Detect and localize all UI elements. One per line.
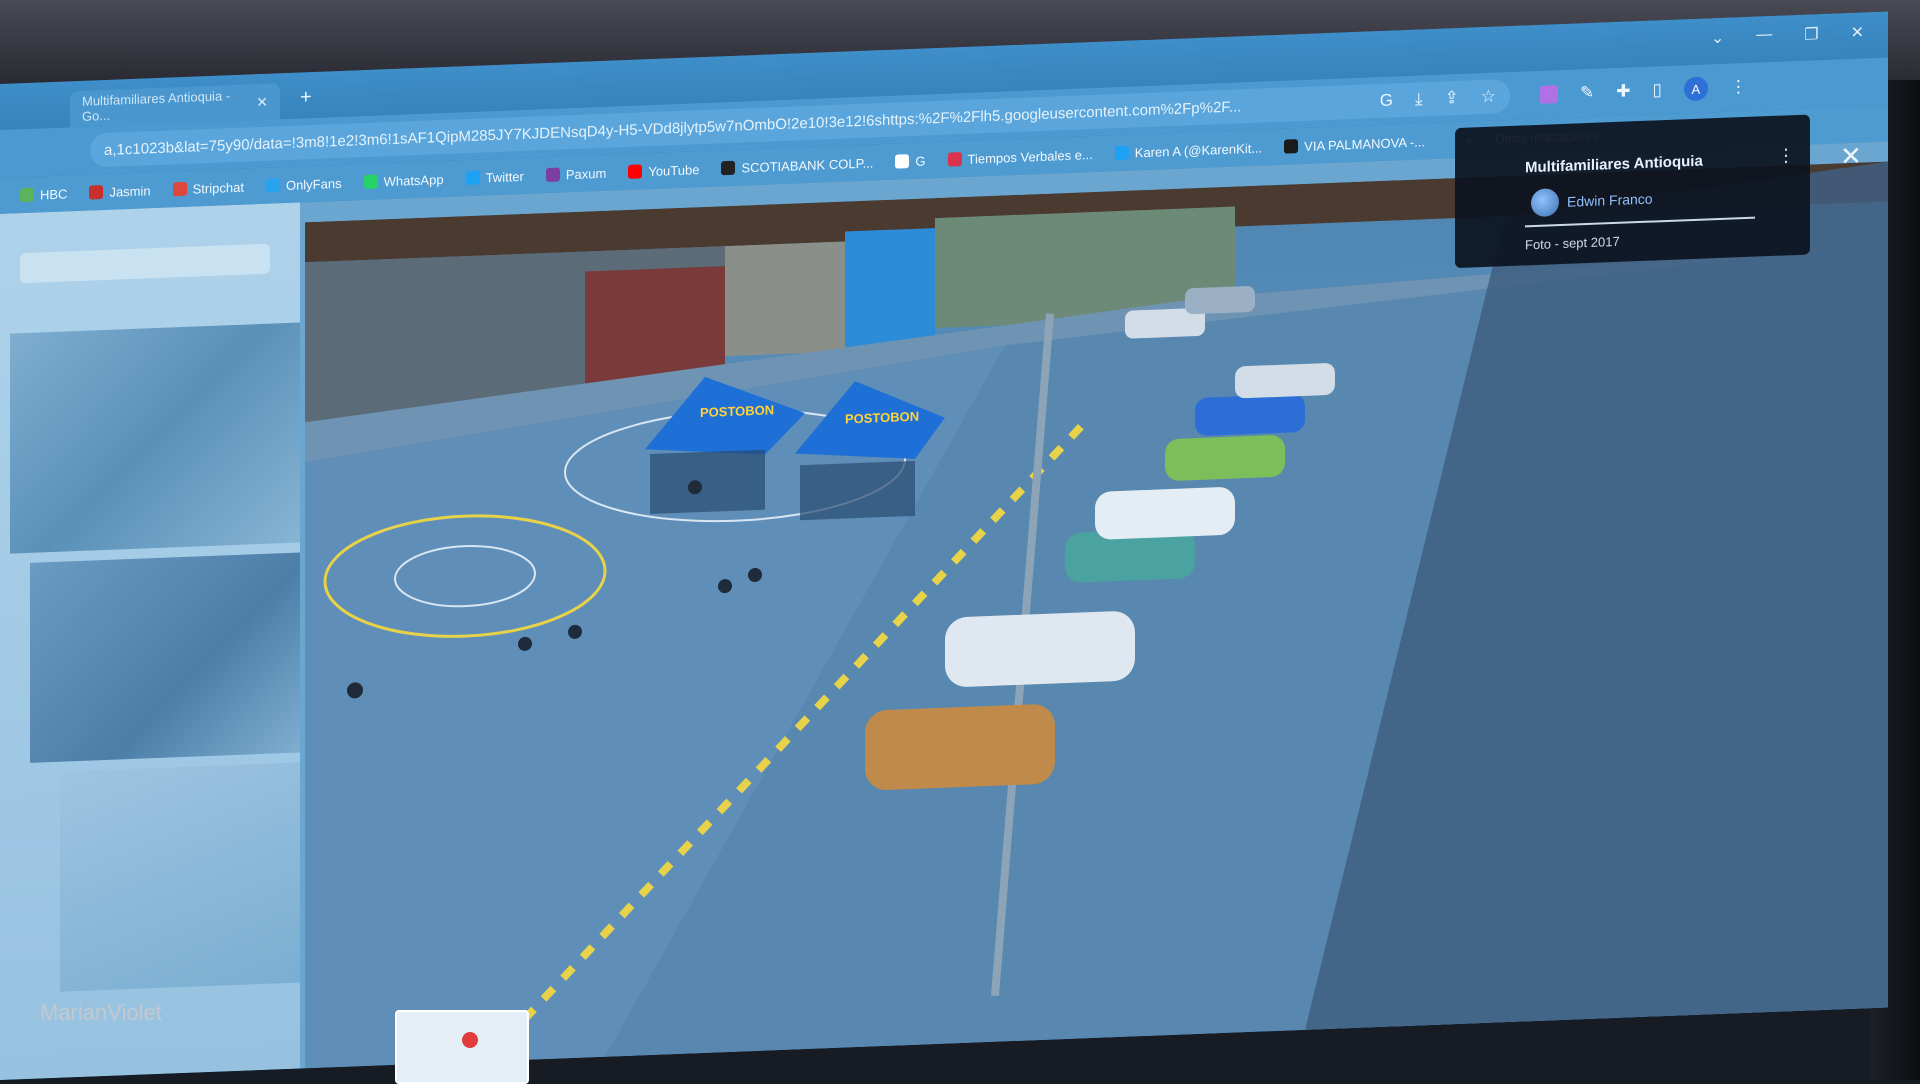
bookmark-item[interactable]: Tiempos Verbales e... — [947, 146, 1093, 168]
page-content: POSTOBON POSTOBON — [0, 141, 1888, 1081]
place-title[interactable]: Multifamiliares Antioquia — [1525, 153, 1703, 177]
close-viewer-icon[interactable]: ✕ — [1840, 140, 1862, 172]
map-pin-icon — [462, 1032, 478, 1048]
bookmark-label: G — [915, 152, 926, 169]
bookmark-label: Karen A (@KarenKit... — [1134, 140, 1263, 160]
bookmark-label: Twitter — [485, 168, 524, 185]
bookmark-item[interactable]: YouTube — [628, 162, 699, 180]
bookmark-item[interactable]: WhatsApp — [363, 171, 444, 190]
bookmark-favicon-icon — [172, 181, 187, 197]
bookmark-label: VIA PALMANOVA -... — [1304, 133, 1426, 154]
bookmark-item[interactable]: Jasmin — [89, 182, 151, 200]
tab-title: Multifamiliares Antioquia - Go... — [82, 88, 231, 124]
bookmark-favicon-icon — [1284, 139, 1299, 154]
close-window-icon[interactable]: ✕ — [1851, 22, 1864, 43]
minimize-icon[interactable]: — — [1756, 26, 1772, 47]
tab-close-icon[interactable]: ✕ — [256, 93, 268, 110]
building-blue — [845, 228, 935, 352]
bookmark-label: Stripchat — [192, 179, 244, 197]
photo-viewer[interactable]: POSTOBON POSTOBON — [305, 161, 1888, 1069]
bookmark-favicon-icon — [1114, 145, 1129, 161]
new-tab-button[interactable]: + — [300, 86, 312, 109]
bookmark-item[interactable]: OnlyFans — [265, 175, 342, 193]
bookmark-label: WhatsApp — [383, 171, 444, 189]
divider — [1525, 216, 1755, 228]
bookmark-item[interactable]: SCOTIABANK COLP... — [721, 155, 873, 176]
bookmark-item[interactable]: Karen A (@KarenKit... — [1114, 140, 1263, 161]
install-icon[interactable]: ⤓ — [1415, 89, 1423, 109]
bookmark-item[interactable]: G — [895, 152, 926, 169]
bookmark-label: Paxum — [565, 165, 607, 182]
photo-info-card: Multifamiliares Antioquia ⋮ Edwin Franco… — [1455, 114, 1810, 269]
bookmark-label: HBC — [40, 185, 68, 202]
author-name[interactable]: Edwin Franco — [1567, 191, 1653, 210]
extension-icon[interactable] — [1540, 85, 1558, 104]
bookmark-favicon-icon — [89, 185, 104, 200]
maps-search-box[interactable] — [20, 243, 270, 284]
building-grey — [725, 241, 845, 357]
minimap[interactable] — [395, 1010, 529, 1084]
bookmark-favicon-icon — [721, 160, 736, 176]
bookmark-item[interactable]: Stripchat — [172, 179, 244, 197]
side-photo-thumbnail[interactable] — [60, 762, 300, 992]
omnibox-icons: G ⤓ ⇪ ☆ — [1380, 87, 1496, 111]
bookmark-item[interactable]: VIA PALMANOVA -... — [1284, 134, 1425, 154]
tent-right-shade — [800, 460, 915, 521]
bookmark-label: SCOTIABANK COLP... — [741, 154, 874, 176]
photo-date: Foto - sept 2017 — [1525, 233, 1620, 253]
side-photo-thumbnail[interactable] — [10, 322, 300, 554]
street-photo: POSTOBON POSTOBON — [305, 161, 1888, 1069]
tent-brand-right: POSTOBON — [845, 409, 919, 427]
menu-kebab-icon[interactable]: ⋮ — [1730, 77, 1747, 98]
side-panel-icon[interactable]: ▯ — [1653, 80, 1662, 100]
maps-side-panel — [0, 202, 300, 1080]
bookmark-favicon-icon — [363, 174, 378, 190]
bookmark-favicon-icon — [265, 178, 280, 193]
google-lens-icon[interactable]: G — [1380, 90, 1393, 111]
extension-icons: ✎ ✚ ▯ A ⋮ — [1540, 75, 1747, 107]
bookmark-favicon-icon — [545, 167, 560, 183]
bookmark-item[interactable]: Paxum — [545, 165, 607, 183]
profile-avatar[interactable]: A — [1683, 76, 1708, 102]
bookmark-favicon-icon — [465, 170, 480, 186]
window-controls: ⌄ — ❐ ✕ — [1711, 22, 1864, 48]
bookmark-item[interactable]: HBC — [20, 186, 67, 203]
bookmark-label: Jasmin — [109, 182, 151, 200]
author-avatar[interactable] — [1531, 188, 1559, 218]
more-options-icon[interactable]: ⋮ — [1777, 145, 1795, 167]
bookmark-star-icon[interactable]: ☆ — [1481, 87, 1496, 108]
tent-left-shade — [650, 449, 765, 515]
bookmark-item[interactable]: Twitter — [465, 168, 524, 186]
restore-icon[interactable]: ❐ — [1804, 24, 1818, 45]
bookmark-favicon-icon — [947, 152, 962, 167]
side-photo-thumbnail[interactable] — [30, 552, 300, 763]
tent-brand-left: POSTOBON — [700, 402, 774, 420]
pen-extension-icon[interactable]: ✎ — [1580, 83, 1594, 104]
bookmark-label: Tiempos Verbales e... — [967, 146, 1093, 167]
bookmark-label: YouTube — [648, 161, 700, 179]
browser-window: Multifamiliares Antioquia - Go... ✕ + ⌄ … — [0, 11, 1888, 1081]
share-icon[interactable]: ⇪ — [1445, 88, 1459, 109]
watermark: MarianViolet — [40, 1000, 162, 1025]
puzzle-extensions-icon[interactable]: ✚ — [1616, 81, 1630, 102]
bookmark-favicon-icon — [628, 164, 643, 179]
bookmark-favicon-icon — [895, 154, 910, 169]
bookmark-label: OnlyFans — [285, 175, 342, 193]
tab-search-icon[interactable]: ⌄ — [1711, 28, 1724, 49]
bookmark-favicon-icon — [20, 187, 34, 203]
